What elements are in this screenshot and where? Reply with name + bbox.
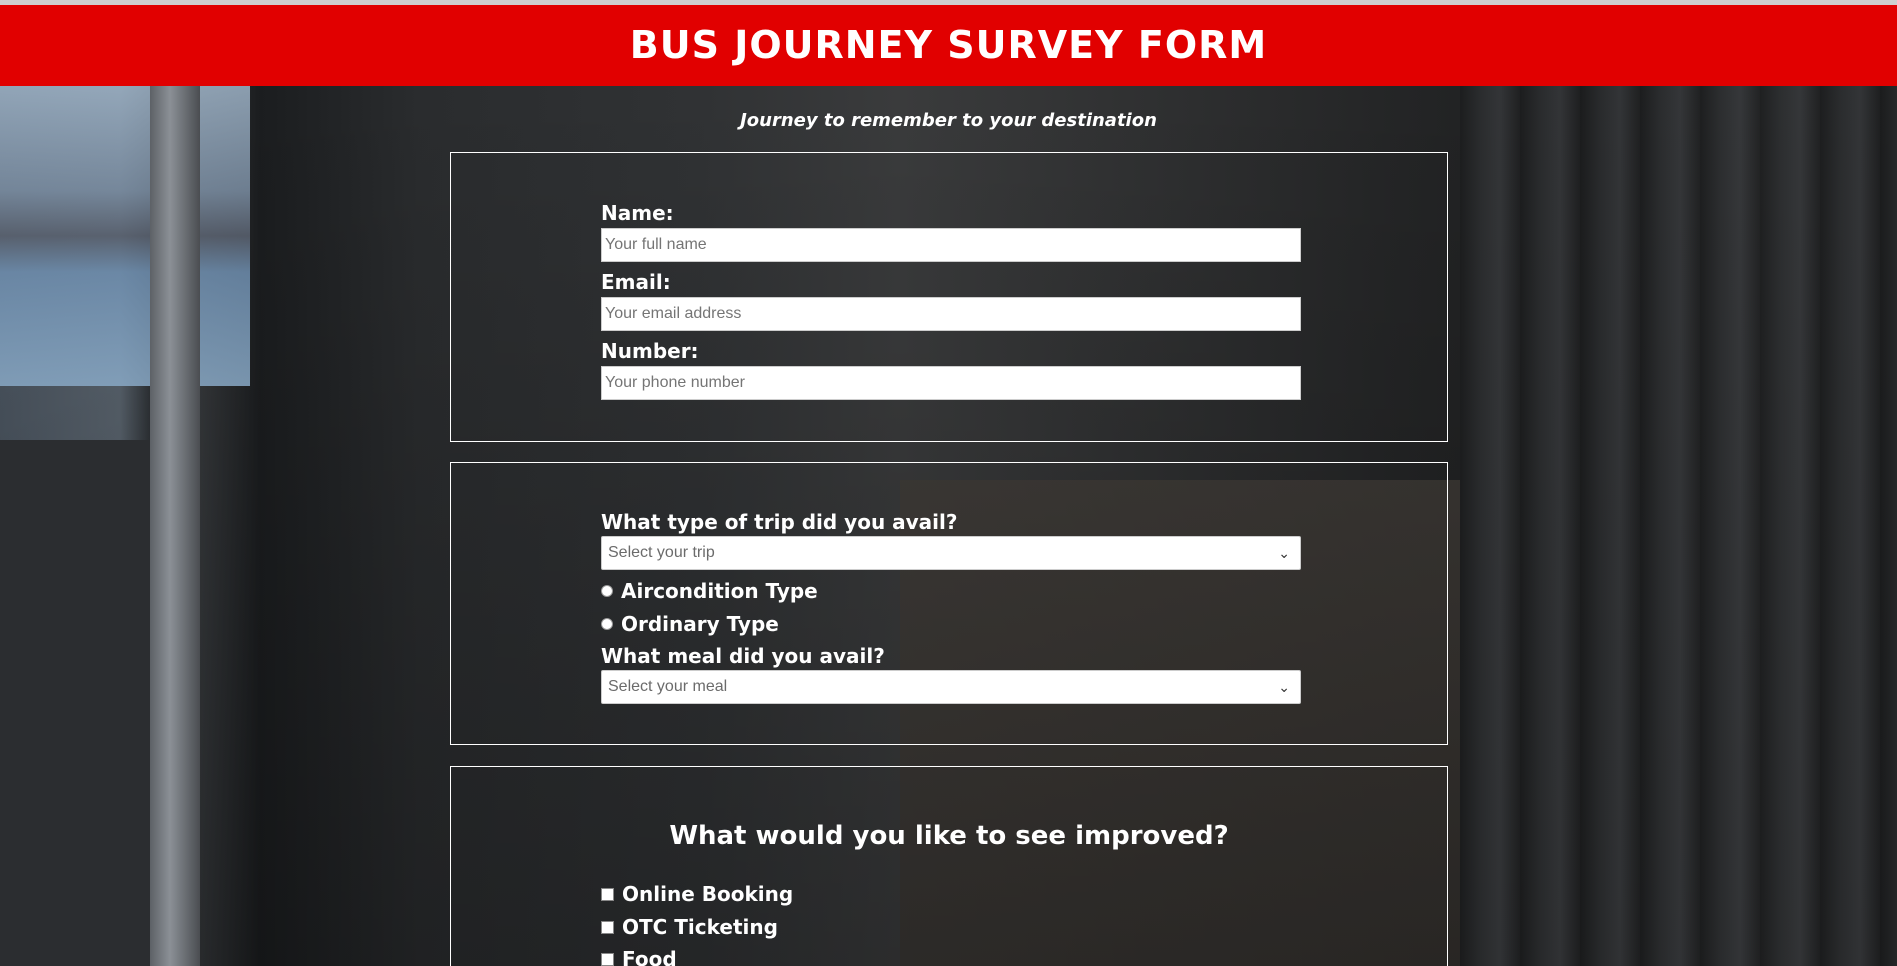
- radio-button[interactable]: [601, 585, 613, 597]
- improvements-heading: What would you like to see improved?: [669, 821, 1229, 851]
- radio-button[interactable]: [601, 618, 613, 630]
- checkbox-option-otc-ticketing[interactable]: OTC Ticketing: [601, 915, 778, 939]
- improvements-section: What would you like to see improved? Onl…: [450, 766, 1448, 966]
- tagline: Journey to remember to your destination: [740, 110, 1157, 131]
- trip-question: What type of trip did you avail?: [601, 510, 958, 534]
- radio-option-aircondition[interactable]: Aircondition Type: [601, 579, 818, 603]
- contact-section: Name: Email: Number:: [450, 152, 1448, 442]
- page-header: BUS JOURNEY SURVEY FORM: [0, 0, 1897, 86]
- chevron-down-icon: ⌄: [1278, 545, 1290, 561]
- radio-label: Aircondition Type: [621, 579, 818, 603]
- meal-select-value: Select your meal: [608, 678, 728, 695]
- checkbox-option-food[interactable]: Food: [601, 947, 677, 966]
- page-title: BUS JOURNEY SURVEY FORM: [629, 23, 1268, 67]
- meal-question: What meal did you avail?: [601, 644, 885, 668]
- background-panel: [0, 440, 150, 966]
- checkbox[interactable]: [601, 920, 614, 934]
- number-input[interactable]: [601, 366, 1301, 400]
- background-seats: [1460, 86, 1897, 966]
- background-window: [0, 86, 250, 386]
- meal-select[interactable]: Select your meal ⌄: [601, 670, 1301, 704]
- page: BUS JOURNEY SURVEY FORM Journey to remem…: [0, 0, 1897, 966]
- radio-label: Ordinary Type: [621, 612, 779, 636]
- radio-option-ordinary[interactable]: Ordinary Type: [601, 612, 779, 636]
- checkbox-label: Food: [622, 947, 677, 966]
- chevron-down-icon: ⌄: [1278, 679, 1290, 695]
- trip-section: What type of trip did you avail? Select …: [450, 462, 1448, 745]
- email-input[interactable]: [601, 297, 1301, 331]
- checkbox-option-online-booking[interactable]: Online Booking: [601, 882, 793, 906]
- name-label: Name:: [601, 201, 674, 225]
- background-pole: [150, 86, 200, 966]
- checkbox-label: Online Booking: [622, 882, 794, 906]
- trip-select-value: Select your trip: [608, 544, 715, 561]
- number-label: Number:: [601, 339, 699, 363]
- email-label: Email:: [601, 270, 671, 294]
- checkbox[interactable]: [601, 952, 614, 966]
- checkbox-label: OTC Ticketing: [622, 915, 778, 939]
- checkbox[interactable]: [601, 887, 614, 901]
- name-input[interactable]: [601, 228, 1301, 262]
- trip-select[interactable]: Select your trip ⌄: [601, 536, 1301, 570]
